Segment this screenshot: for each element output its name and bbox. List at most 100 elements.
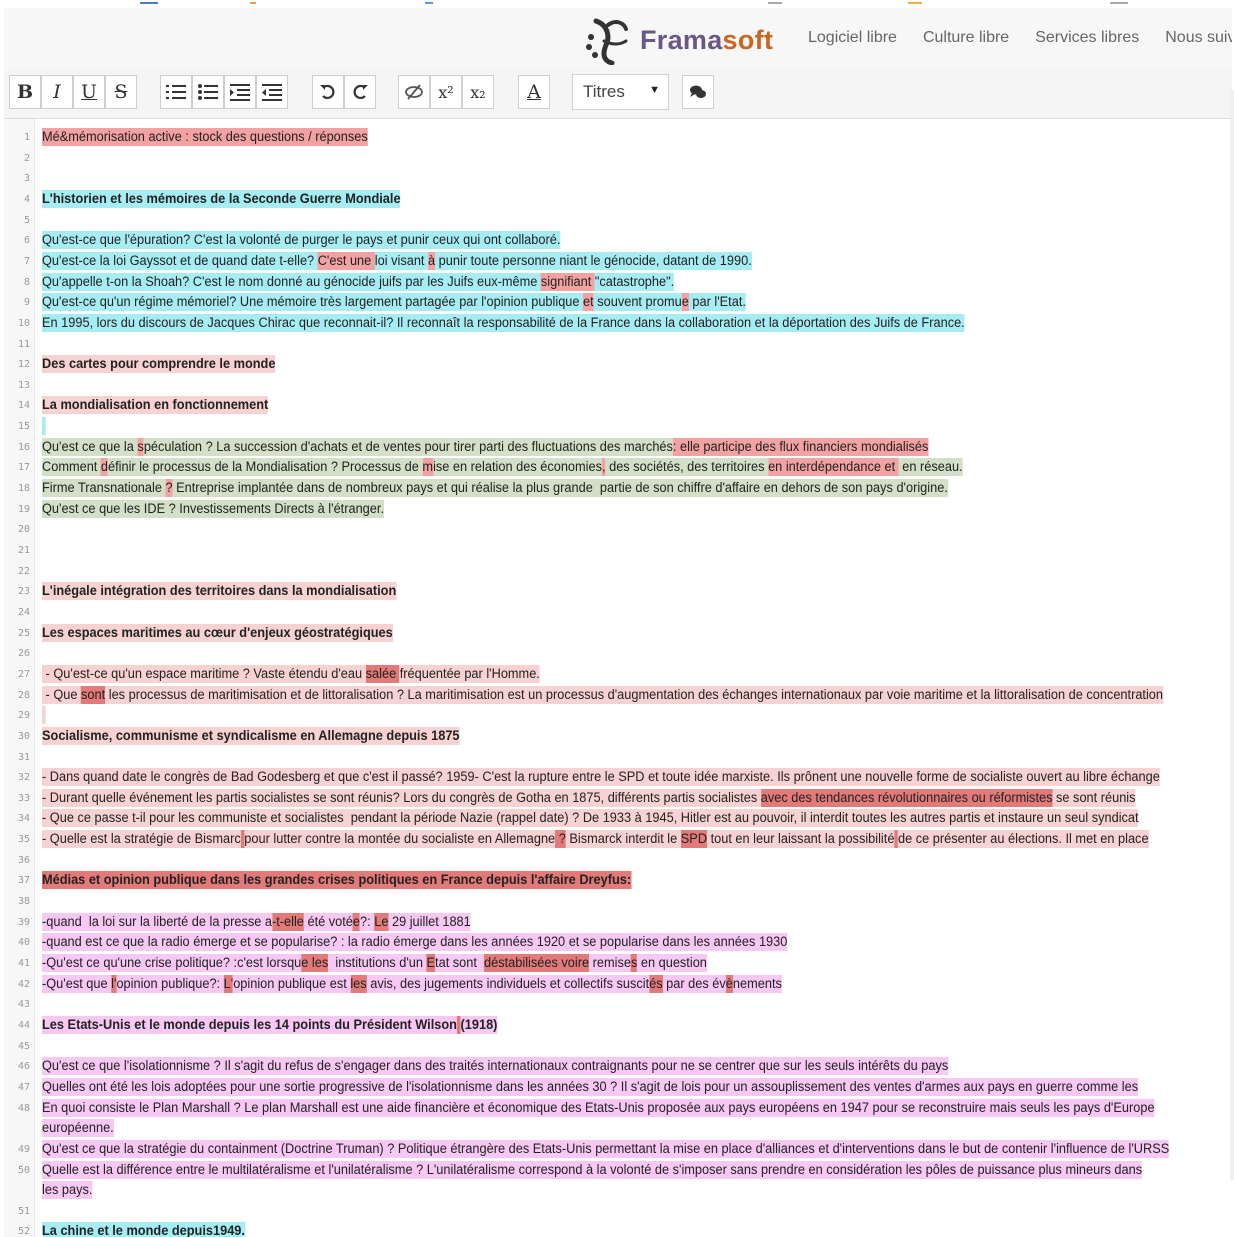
editor-line[interactable]: 20 <box>4 519 1232 539</box>
editor-line[interactable]: 25 Les espaces maritimes au cœur d'enjeux… <box>4 623 1232 643</box>
text-color-button[interactable]: A <box>518 75 550 109</box>
editor-line[interactable]: 43 <box>4 994 1232 1014</box>
editor-line[interactable]: 50 Quelle est la différence entre le mult… <box>4 1160 1232 1180</box>
indent-button[interactable] <box>224 75 256 109</box>
clear-format-button[interactable] <box>398 75 430 109</box>
line-number: 4 <box>23 193 30 205</box>
editor-line[interactable]: 48 En quoi consiste le Plan Marshall ? Le… <box>4 1098 1232 1118</box>
editor-line[interactable]: 46 Qu'est ce que l'isolationnisme ? Il s'… <box>4 1056 1232 1076</box>
editor-line[interactable]: 38 <box>4 891 1232 911</box>
editor-line[interactable]: 27 - Qu'est-ce qu'un espace maritime ? V… <box>4 664 1232 684</box>
italic-button[interactable]: I <box>41 75 73 109</box>
editor-line[interactable]: 42 -Qu'est que l'opinion publique?: L'opi… <box>4 974 1232 994</box>
bullet-list-button[interactable] <box>192 75 224 109</box>
superscript-button[interactable]: x² <box>430 75 462 109</box>
editor-line[interactable]: 47 Quelles ont été les lois adoptées pour… <box>4 1077 1232 1097</box>
editor-line[interactable]: 31 <box>4 747 1232 767</box>
editor-line[interactable]: 18 Firme Transnationale ? Entreprise impl… <box>4 478 1232 498</box>
editor-line[interactable]: 3 <box>4 168 1232 188</box>
underline-button[interactable]: U <box>73 75 105 109</box>
editor-line[interactable]: 5 <box>4 210 1232 230</box>
editor-line[interactable]: 9 Qu'est-ce qu'un régime mémoriel? Une mé… <box>4 292 1232 312</box>
editor-line[interactable]: 36 <box>4 850 1232 870</box>
line-number: 19 <box>17 503 30 515</box>
editor-line[interactable]: 37 Médias et opinion publique dans les gr… <box>4 870 1232 890</box>
editor-line[interactable]: 33 - Durant quelle événement les partis s… <box>4 788 1232 808</box>
highlighted-text: été voté <box>303 912 353 931</box>
editor-line[interactable]: 23 L'inégale intégration des territoires … <box>4 581 1232 601</box>
highlighted-text: l' <box>111 974 117 993</box>
editor-line[interactable]: 13 <box>4 375 1232 395</box>
document-editor[interactable]: 1 Mé&mémorisation active : stock des ques… <box>4 119 1232 1237</box>
line-text: - Quelle est la stratégie de Bismarc pou… <box>42 829 1149 849</box>
editor-line[interactable]: 24 <box>4 602 1232 622</box>
subscript-button[interactable]: x₂ <box>462 75 494 109</box>
line-number: 28 <box>17 689 30 701</box>
nav-services-libres[interactable]: Services libres <box>1035 29 1139 47</box>
editor-line[interactable]: 34 - Que ce passe t-il pour les communist… <box>4 808 1232 828</box>
editor-line[interactable]: 49 Qu'est ce que la stratégie du containm… <box>4 1139 1232 1159</box>
line-text: - Que ce passe t-il pour les communiste … <box>42 808 1139 828</box>
editor-line[interactable]: 15 <box>4 416 1232 436</box>
bold-button[interactable]: B <box>9 75 41 109</box>
editor-line[interactable]: 8 Qu'appelle t-on la Shoah? C'est le nom … <box>4 272 1232 292</box>
line-number: 49 <box>17 1143 30 1155</box>
nav-culture-libre[interactable]: Culture libre <box>923 29 1009 47</box>
editor-line[interactable]: 19 Qu'est ce que les IDE ? Investissement… <box>4 499 1232 519</box>
editor-line[interactable]: 32 - Dans quand date le congrès de Bad Go… <box>4 767 1232 787</box>
editor-line[interactable]: 52 La chine et le monde depuis1949. <box>4 1221 1232 1237</box>
ordered-list-icon <box>166 85 186 99</box>
line-text: Qu'est-ce la loi Gayssot et de quand dat… <box>42 251 752 271</box>
editor-line[interactable]: 14 La mondialisation en fonctionnement <box>4 395 1232 415</box>
editor-line[interactable]: 26 <box>4 643 1232 663</box>
strikethrough-button[interactable]: S <box>105 75 137 109</box>
editor-line[interactable]: 44 Les Etats-Unis et le monde depuis les … <box>4 1015 1232 1035</box>
line-text: européenne. <box>42 1118 114 1138</box>
line-number: 47 <box>17 1081 30 1093</box>
heading-select[interactable]: Titres ▼ <box>572 74 669 110</box>
editor-line[interactable]: 10 En 1995, lors du discours de Jacques C… <box>4 313 1232 333</box>
editor-line[interactable]: 22 <box>4 561 1232 581</box>
line-number: 15 <box>17 421 30 433</box>
editor-line[interactable]: 11 <box>4 334 1232 354</box>
editor-line[interactable]: 41 -Qu'est ce qu'une crise politique? :c'… <box>4 953 1232 973</box>
editor-line[interactable]: 17 Comment définir le processus de la Mon… <box>4 457 1232 477</box>
editor-line[interactable]: 30 Socialisme, communisme et syndicalisme… <box>4 726 1232 746</box>
editor-line[interactable]: 1 Mé&mémorisation active : stock des ques… <box>4 127 1232 147</box>
editor-line[interactable]: 28 - Que sont les processus de maritimis… <box>4 685 1232 705</box>
brand[interactable]: Framasoft <box>582 14 773 66</box>
highlighted-text: Socialisme, communisme et syndicalisme e… <box>42 726 460 745</box>
highlighted-text: Qu'est-ce qu'un régime mémoriel? Une mém… <box>42 293 584 312</box>
ordered-list-button[interactable] <box>160 75 192 109</box>
editor-scrollbar[interactable] <box>1230 90 1234 1180</box>
editor-line[interactable]: 40 -quand est ce que la radio émerge et s… <box>4 932 1232 952</box>
nav-logiciel-libre[interactable]: Logiciel libre <box>808 29 897 47</box>
redo-button[interactable] <box>344 75 376 109</box>
highlighted-text: ise en relation des économies <box>433 458 602 477</box>
editor-line[interactable]: 21 <box>4 540 1232 560</box>
outdent-button[interactable] <box>256 75 288 109</box>
editor-line[interactable]: 39 -quand la loi sur la liberté de la pre… <box>4 912 1232 932</box>
editor-line[interactable]: européenne. <box>4 1118 1232 1138</box>
editor-line[interactable]: 45 <box>4 1036 1232 1056</box>
editor-line[interactable]: 35 - Quelle est la stratégie de Bismarc p… <box>4 829 1232 849</box>
highlighted-text: opinion publique est <box>233 974 351 993</box>
chat-button[interactable] <box>682 75 714 109</box>
editor-line[interactable]: 12 Des cartes pour comprendre le monde <box>4 354 1232 374</box>
undo-button[interactable] <box>312 75 344 109</box>
editor-line[interactable]: 4 L'historien et les mémoires de la Secon… <box>4 189 1232 209</box>
editor-line[interactable]: 16 Qu'est ce que la spéculation ? La succ… <box>4 437 1232 457</box>
editor-line[interactable]: 7 Qu'est-ce la loi Gayssot et de quand da… <box>4 251 1232 271</box>
line-number: 46 <box>17 1061 30 1073</box>
editor-line[interactable]: 29 <box>4 705 1232 725</box>
editor-line[interactable]: les pays. <box>4 1180 1232 1200</box>
editor-line[interactable]: 2 <box>4 148 1232 168</box>
editor-line[interactable]: 6 Qu'est-ce que l'épuration? C'est la vol… <box>4 230 1232 250</box>
highlighted-text: - Dans quand date le congrès de Bad Gode… <box>42 768 1160 787</box>
outdent-icon <box>262 84 282 101</box>
highlighted-text: e <box>681 293 689 312</box>
editor-line[interactable]: 51 <box>4 1201 1232 1221</box>
highlighted-text: ?: <box>360 912 375 931</box>
nav-nous-suivre[interactable]: Nous suivre <box>1165 29 1232 47</box>
highlighted-text: à <box>428 251 436 270</box>
